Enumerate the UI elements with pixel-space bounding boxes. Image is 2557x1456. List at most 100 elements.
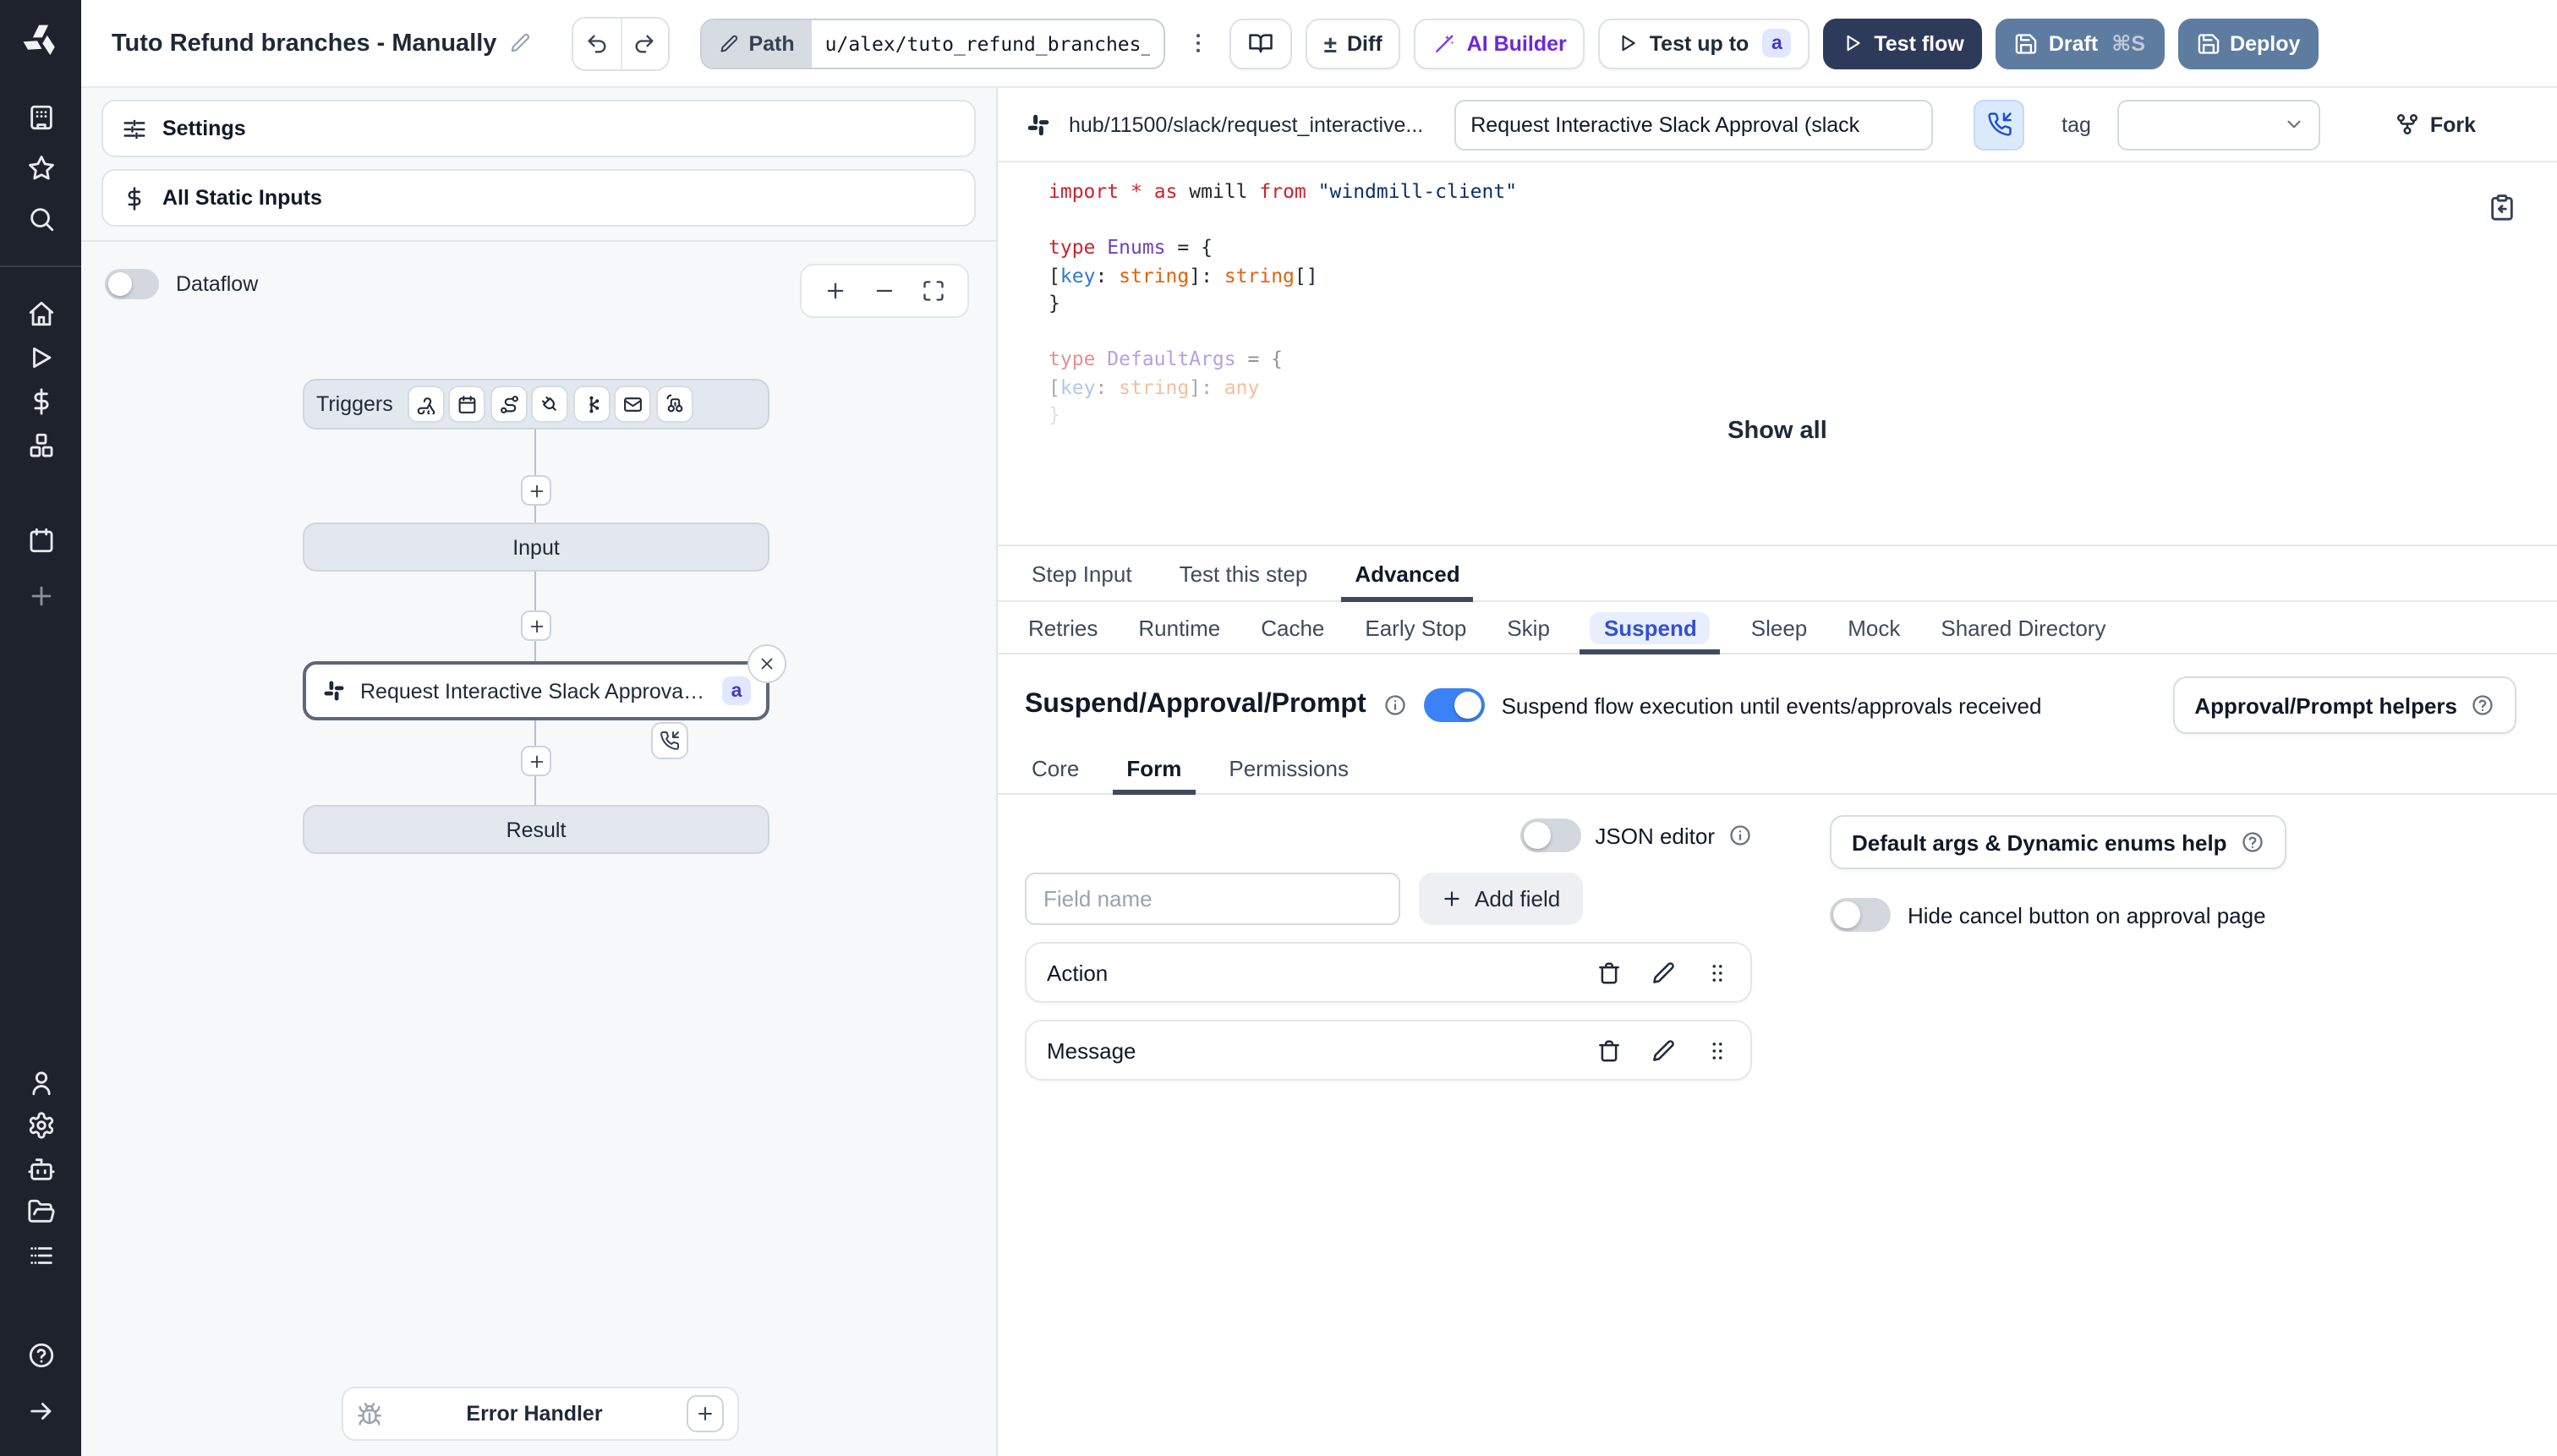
more-options-button[interactable] (1182, 18, 1216, 68)
zoom-in-icon[interactable] (824, 279, 847, 303)
test-up-to-button[interactable]: Test up to a (1598, 18, 1810, 68)
tab-test-this-step[interactable]: Test this step (1156, 546, 1332, 600)
sidebar-user-icon[interactable] (26, 1068, 55, 1097)
test-flow-button[interactable]: Test flow (1823, 18, 1983, 68)
sidebar-dollar-icon[interactable] (26, 387, 55, 416)
edit-field-icon[interactable] (1651, 1037, 1676, 1063)
undo-button[interactable] (572, 18, 621, 68)
code-editor[interactable]: import * as wmill from "windmill-client"… (998, 162, 2557, 546)
sidebar-help-icon[interactable] (26, 1341, 55, 1370)
tab-suspend[interactable]: Suspend (1570, 602, 1731, 654)
route-icon (498, 394, 519, 415)
phone-incoming-icon (1986, 112, 2012, 137)
deploy-button[interactable]: Deploy (2177, 18, 2319, 68)
dataflow-toggle[interactable] (105, 269, 159, 299)
redo-button[interactable] (620, 18, 668, 68)
suspend-indicator-badge[interactable] (651, 722, 688, 759)
trigger-schedule-button[interactable] (450, 387, 485, 421)
delete-step-button[interactable] (747, 644, 786, 683)
suspend-settings-button[interactable] (1974, 99, 2025, 150)
sidebar-folder-icon[interactable] (26, 1197, 55, 1226)
insert-step-button[interactable] (521, 475, 551, 506)
suspend-toggle[interactable] (1423, 688, 1485, 722)
flow-settings-button[interactable]: Settings (101, 100, 976, 157)
sidebar-home-icon[interactable] (26, 299, 55, 328)
bug-icon (357, 1401, 382, 1426)
windmill-logo-icon[interactable] (0, 0, 81, 81)
zoom-out-icon[interactable] (873, 279, 896, 303)
tab-runtime[interactable]: Runtime (1118, 602, 1240, 653)
tab-form[interactable]: Form (1103, 744, 1205, 795)
input-node[interactable]: Input (303, 523, 769, 572)
trigger-kafka-button[interactable] (574, 387, 609, 421)
tab-permissions[interactable]: Permissions (1205, 744, 1372, 793)
slack-approval-step-node[interactable]: Request Interactive Slack Approval (... … (303, 644, 786, 759)
step-name-input[interactable] (1454, 99, 1934, 150)
close-icon (758, 654, 776, 673)
sidebar-gear-icon[interactable] (26, 1111, 55, 1140)
poll-icon (664, 394, 685, 415)
sidebar-plus-icon[interactable] (26, 582, 55, 610)
tab-shared-directory[interactable]: Shared Directory (1920, 602, 2126, 653)
path-input[interactable] (811, 19, 1164, 67)
insert-step-button[interactable] (521, 746, 551, 776)
hub-script-path[interactable]: hub/11500/slack/request_interactive... (1069, 112, 1423, 136)
fork-button[interactable]: Fork (2385, 110, 2486, 139)
insert-step-button[interactable] (521, 610, 551, 641)
sidebar-play-icon[interactable] (26, 343, 55, 372)
tab-cache[interactable]: Cache (1240, 602, 1344, 653)
add-error-handler-button[interactable] (687, 1395, 724, 1432)
tab-retries[interactable]: Retries (1008, 602, 1118, 653)
triggers-node[interactable]: Triggers (303, 379, 769, 430)
sidebar-boxes-icon[interactable] (26, 431, 55, 460)
tag-select[interactable] (2117, 99, 2320, 150)
tab-early-stop[interactable]: Early Stop (1344, 602, 1487, 653)
code-line: [key: string]: string[] (1049, 263, 1318, 287)
drag-handle-icon[interactable] (1705, 960, 1730, 985)
all-static-inputs-button[interactable]: All Static Inputs (101, 169, 976, 227)
trigger-plug-button[interactable] (533, 387, 567, 421)
sidebar-building-icon[interactable] (26, 103, 55, 132)
trigger-poll-button[interactable] (657, 387, 692, 421)
trigger-route-button[interactable] (491, 387, 526, 421)
tab-core[interactable]: Core (1008, 744, 1103, 793)
json-editor-toggle[interactable] (1520, 818, 1582, 852)
tab-step-input[interactable]: Step Input (1008, 546, 1156, 600)
add-field-button[interactable]: Add field (1419, 873, 1583, 925)
show-all-button[interactable]: Show all (998, 416, 2557, 446)
sidebar-star-icon[interactable] (26, 154, 55, 183)
canvas-zoom-controls (800, 264, 969, 318)
info-icon[interactable] (1383, 693, 1407, 717)
sidebar-search-icon[interactable] (26, 205, 55, 233)
copy-code-button[interactable] (2488, 193, 2516, 222)
hide-cancel-toggle[interactable] (1830, 898, 1891, 932)
edit-title-icon[interactable] (508, 32, 530, 54)
draft-button[interactable]: Draft ⌘S (1996, 18, 2165, 68)
drag-handle-icon[interactable] (1705, 1037, 1730, 1063)
default-args-help-button[interactable]: Default args & Dynamic enums help (1830, 815, 2286, 869)
path-chip[interactable]: Path (701, 19, 812, 67)
approval-prompt-helpers-button[interactable]: Approval/Prompt helpers (2172, 676, 2516, 734)
edit-field-icon[interactable] (1651, 960, 1676, 985)
sidebar-arrow-right-icon[interactable] (26, 1397, 55, 1426)
field-name-input[interactable] (1025, 873, 1400, 925)
error-handler-node[interactable]: Error Handler (342, 1387, 739, 1441)
delete-field-icon[interactable] (1596, 1037, 1622, 1063)
sidebar-robot-icon[interactable] (26, 1154, 55, 1183)
tab-skip[interactable]: Skip (1487, 602, 1570, 653)
tab-advanced[interactable]: Advanced (1331, 546, 1483, 602)
docs-button[interactable] (1229, 18, 1292, 68)
ai-builder-button[interactable]: AI Builder (1414, 18, 1585, 68)
delete-field-icon[interactable] (1596, 960, 1622, 985)
sidebar-calendar-icon[interactable] (26, 526, 55, 555)
script-header: hub/11500/slack/request_interactive... t… (998, 88, 2557, 162)
diff-button[interactable]: ± Diff (1305, 18, 1401, 68)
trigger-webhook-button[interactable] (408, 387, 443, 421)
tab-mock[interactable]: Mock (1827, 602, 1920, 653)
trigger-mail-button[interactable] (616, 387, 650, 421)
tab-sleep[interactable]: Sleep (1731, 602, 1828, 653)
result-node[interactable]: Result (303, 805, 769, 854)
sidebar-list-icon[interactable] (26, 1240, 55, 1269)
fit-view-icon[interactable] (922, 279, 945, 303)
info-icon[interactable] (1728, 824, 1752, 847)
